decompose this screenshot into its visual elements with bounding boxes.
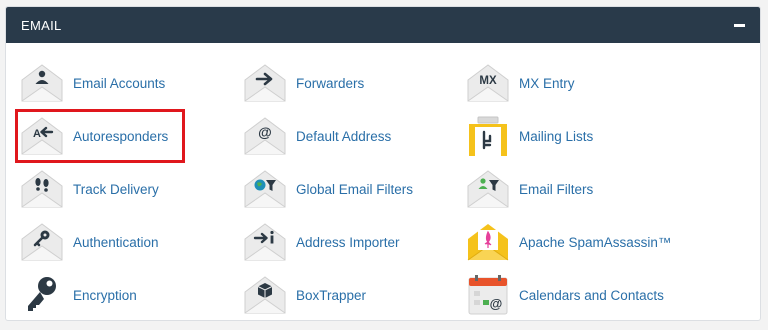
email-filters-icon — [466, 167, 518, 211]
minus-icon — [733, 23, 745, 27]
global-email-filters-icon — [243, 167, 295, 211]
email-accounts-link[interactable]: Email Accounts — [20, 61, 165, 105]
track-delivery-link[interactable]: Track Delivery — [20, 167, 159, 211]
autoresponders-label: Autoresponders — [73, 128, 169, 144]
svg-text:MX: MX — [479, 75, 497, 87]
collapse-button[interactable] — [732, 18, 746, 32]
email-filters-label: Email Filters — [519, 181, 594, 197]
authentication-label: Authentication — [73, 234, 159, 250]
forwarders-icon — [243, 61, 295, 105]
address-importer-link[interactable]: Address Importer — [243, 220, 400, 264]
mailing-lists-link[interactable]: Mailing Lists — [466, 114, 593, 158]
authentication-icon — [20, 220, 72, 264]
address-importer-label: Address Importer — [296, 234, 400, 250]
encryption-link[interactable]: Encryption — [20, 273, 137, 317]
spamassassin-label: Apache SpamAssassin™ — [519, 234, 672, 250]
encryption-icon — [20, 273, 72, 317]
email-filters-link[interactable]: Email Filters — [466, 167, 593, 211]
default-address-label: Default Address — [296, 128, 392, 144]
email-accounts-label: Email Accounts — [73, 75, 166, 91]
address-importer-icon — [243, 220, 295, 264]
global-email-filters-label: Global Email Filters — [296, 181, 414, 197]
svg-text:@: @ — [490, 296, 503, 311]
mx-entry-icon: MX — [466, 61, 518, 105]
forwarders-link[interactable]: Forwarders — [243, 61, 364, 105]
autoresponders-link[interactable]: A Autoresponders — [20, 114, 168, 158]
calendars-contacts-icon: @ — [466, 273, 518, 317]
default-address-link[interactable]: @ Default Address — [243, 114, 391, 158]
mailing-lists-label: Mailing Lists — [519, 128, 594, 144]
calendars-contacts-link[interactable]: @ Calendars and Contacts — [466, 273, 664, 317]
section-title: EMAIL — [21, 17, 62, 33]
email-panel: EMAIL Email Accounts Forwarders MX MX En… — [5, 6, 761, 321]
authentication-link[interactable]: Authentication — [20, 220, 159, 264]
forwarders-label: Forwarders — [296, 75, 365, 91]
boxtrapper-label: BoxTrapper — [296, 287, 367, 303]
autoresponders-icon: A — [20, 114, 72, 158]
boxtrapper-link[interactable]: BoxTrapper — [243, 273, 366, 317]
mailing-lists-icon — [466, 114, 518, 158]
track-delivery-label: Track Delivery — [73, 181, 159, 197]
svg-text:@: @ — [258, 124, 272, 140]
boxtrapper-icon — [243, 273, 295, 317]
track-delivery-icon — [20, 167, 72, 211]
panel-header: EMAIL — [6, 7, 760, 43]
email-accounts-icon — [20, 61, 72, 105]
mx-entry-link[interactable]: MX MX Entry — [466, 61, 575, 105]
email-tools-grid: Email Accounts Forwarders MX MX Entry A … — [6, 43, 760, 320]
default-address-icon: @ — [243, 114, 295, 158]
encryption-label: Encryption — [73, 287, 137, 303]
spamassassin-link[interactable]: Apache SpamAssassin™ — [466, 220, 671, 264]
global-email-filters-link[interactable]: Global Email Filters — [243, 167, 413, 211]
svg-text:A: A — [33, 128, 41, 140]
calendars-contacts-label: Calendars and Contacts — [519, 287, 664, 303]
mx-entry-label: MX Entry — [519, 75, 575, 91]
spamassassin-icon — [466, 220, 518, 264]
